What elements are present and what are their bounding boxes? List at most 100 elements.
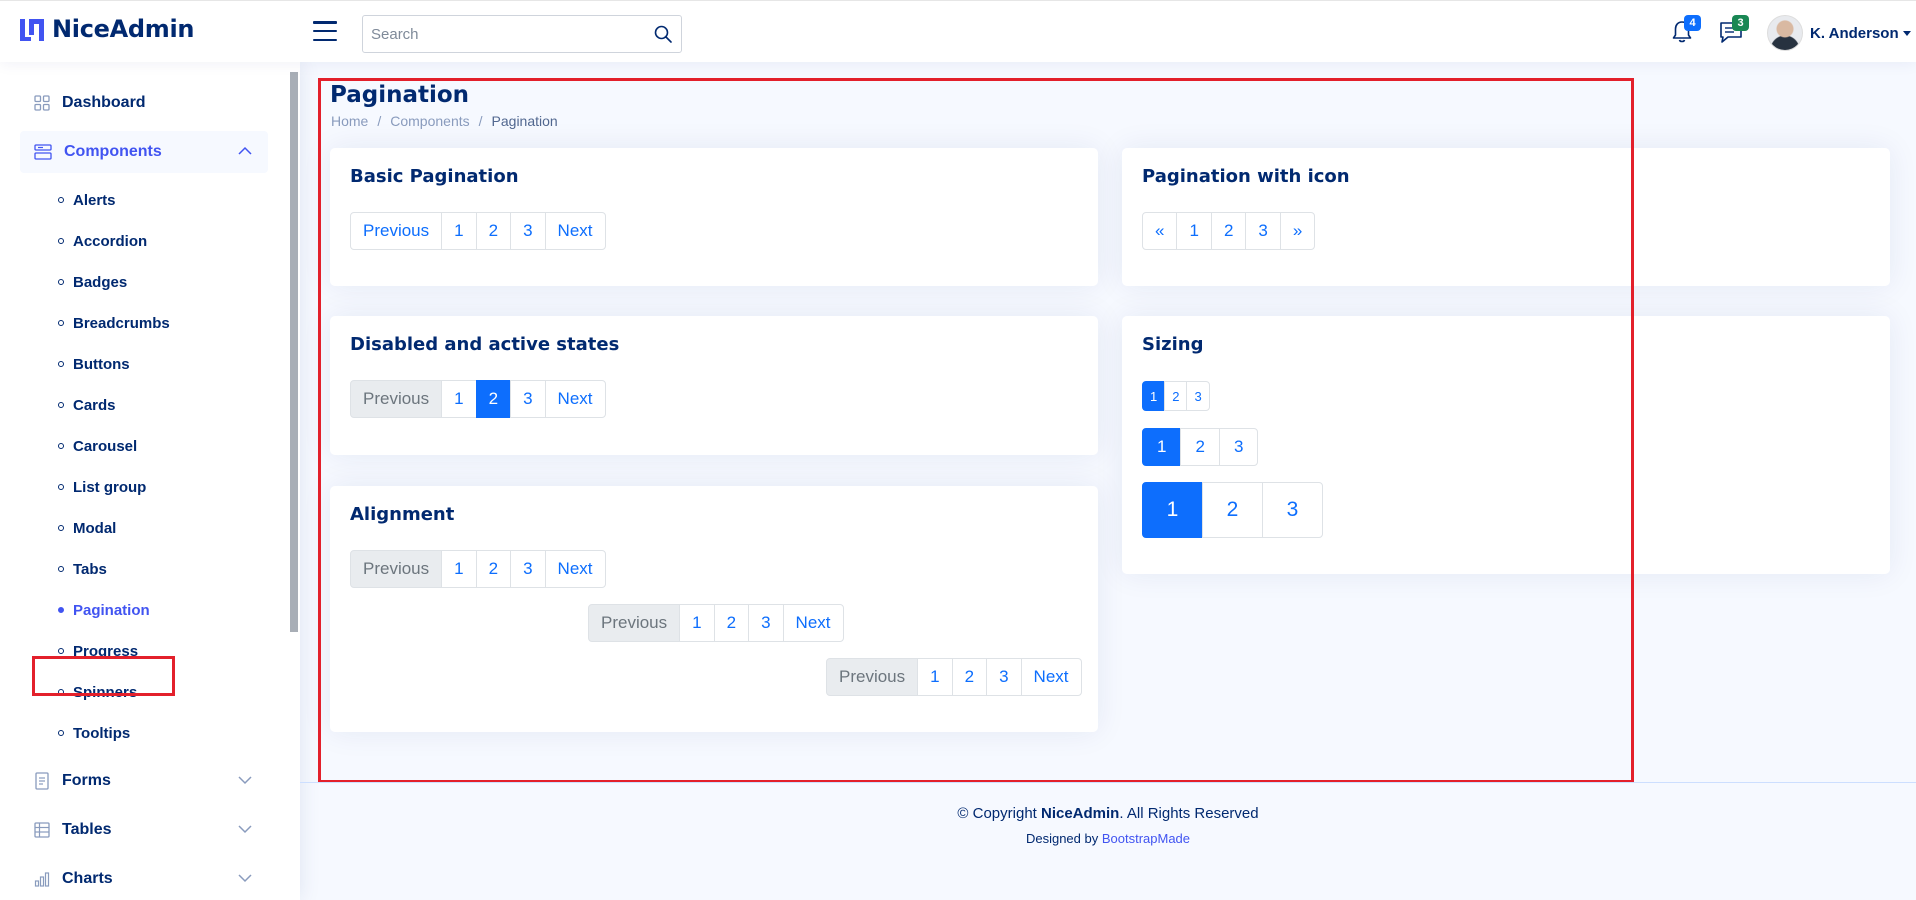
- page-next-link[interactable]: Next: [544, 212, 606, 250]
- card-basic-pagination: Basic Pagination Previous 1 2 3 Next: [330, 148, 1098, 286]
- copyright-prefix: © Copyright: [957, 805, 1037, 822]
- page-1-link[interactable]: 1: [441, 550, 477, 588]
- sidebar-subitem-buttons[interactable]: Buttons: [58, 350, 130, 378]
- page-3-link[interactable]: 3: [510, 550, 546, 588]
- messages-button[interactable]: 3: [1718, 15, 1749, 47]
- hamburger-line: [313, 38, 337, 41]
- page-2-link[interactable]: 2: [475, 212, 512, 250]
- sidebar-subitem-accordion[interactable]: Accordion: [58, 227, 147, 255]
- card-title: Sizing: [1142, 334, 1204, 355]
- page-1-link[interactable]: 1: [1142, 482, 1203, 538]
- sidebar-item-charts[interactable]: Charts: [20, 858, 268, 900]
- circle-icon: [58, 730, 64, 736]
- page-2-link[interactable]: 2: [1210, 212, 1247, 250]
- sidebar: Dashboard Components Alerts Accordion Ba…: [0, 62, 300, 900]
- page-3-link[interactable]: 3: [986, 658, 1022, 696]
- designer-link[interactable]: BootstrapMade: [1102, 831, 1190, 846]
- circle-icon: [58, 607, 64, 613]
- page-next-link[interactable]: Next: [544, 380, 606, 418]
- circle-icon: [58, 484, 64, 490]
- card-alignment: Alignment Previous 1 2 3 Next Previous 1…: [330, 486, 1098, 732]
- page-3-link[interactable]: 3: [510, 212, 546, 250]
- page-3-link[interactable]: 3: [1218, 428, 1259, 466]
- sidebar-subitem-label: Buttons: [73, 355, 130, 373]
- page-2-link[interactable]: 2: [1164, 381, 1188, 411]
- chevron-down-icon: [238, 874, 252, 883]
- messages-count-badge: 3: [1732, 15, 1749, 31]
- page-3-link[interactable]: 3: [510, 380, 546, 418]
- sidebar-item-tables[interactable]: Tables: [20, 809, 268, 851]
- page-3-link[interactable]: 3: [1262, 482, 1323, 538]
- sidebar-item-dashboard[interactable]: Dashboard: [20, 82, 268, 124]
- page-3-link[interactable]: 3: [1245, 212, 1281, 250]
- page-next-link[interactable]: Next: [1020, 658, 1082, 696]
- pagination-large: 1 2 3: [1142, 482, 1323, 538]
- copyright: © Copyright NiceAdmin. All Rights Reserv…: [300, 805, 1916, 822]
- page-3-link[interactable]: 3: [1186, 381, 1210, 411]
- breadcrumb-components-link[interactable]: Components: [390, 113, 469, 129]
- sidebar-item-label: Components: [64, 143, 162, 160]
- sidebar-subitem-label: Breadcrumbs: [73, 314, 170, 332]
- page-next-icon-link[interactable]: »: [1279, 212, 1316, 250]
- sidebar-subitem-label: Modal: [73, 519, 117, 537]
- page-2-link[interactable]: 2: [951, 658, 988, 696]
- circle-icon: [58, 525, 64, 531]
- page-2-link[interactable]: 2: [475, 380, 512, 418]
- main-content: Pagination Home / Components / Paginatio…: [300, 62, 1916, 900]
- sidebar-subitem-list-group[interactable]: List group: [58, 473, 146, 501]
- circle-icon: [58, 197, 64, 203]
- sidebar-subitem-tabs[interactable]: Tabs: [58, 555, 107, 583]
- page-next-link[interactable]: Next: [544, 550, 606, 588]
- page-1-link[interactable]: 1: [441, 212, 477, 250]
- page-previous-link[interactable]: Previous: [350, 212, 443, 250]
- sidebar-subitem-label: Accordion: [73, 232, 148, 250]
- breadcrumb-home-link[interactable]: Home: [331, 113, 368, 129]
- hamburger-line: [313, 21, 337, 24]
- page-1-link[interactable]: 1: [1142, 428, 1182, 466]
- search-input[interactable]: [363, 16, 633, 52]
- page-3-link[interactable]: 3: [748, 604, 784, 642]
- page-1-link[interactable]: 1: [1142, 381, 1166, 411]
- sidebar-toggle-button[interactable]: [313, 21, 337, 41]
- brand-logo[interactable]: NiceAdmin: [18, 15, 195, 43]
- sidebar-subitem-breadcrumbs[interactable]: Breadcrumbs: [58, 309, 170, 337]
- page-next-link[interactable]: Next: [782, 604, 844, 642]
- sidebar-subitem-pagination[interactable]: Pagination: [58, 596, 150, 624]
- sidebar-subitem-alerts[interactable]: Alerts: [58, 186, 116, 214]
- page-2-link[interactable]: 2: [475, 550, 512, 588]
- notifications-button[interactable]: 4: [1670, 15, 1701, 47]
- circle-icon: [58, 361, 64, 367]
- sidebar-subitem-modal[interactable]: Modal: [58, 514, 116, 542]
- card-title: Alignment: [350, 504, 455, 525]
- page-2-link[interactable]: 2: [713, 604, 750, 642]
- pagination-small: 1 2 3: [1142, 381, 1210, 411]
- copyright-brand: NiceAdmin: [1041, 805, 1120, 822]
- sidebar-item-forms[interactable]: Forms: [20, 760, 268, 802]
- pagination-icon: « 1 2 3 »: [1142, 212, 1316, 250]
- page-1-link[interactable]: 1: [679, 604, 715, 642]
- page-1-link[interactable]: 1: [1176, 212, 1212, 250]
- page-2-link[interactable]: 2: [1180, 428, 1220, 466]
- sidebar-subitem-tooltips[interactable]: Tooltips: [58, 719, 130, 747]
- sidebar-scrollbar[interactable]: [290, 72, 298, 632]
- sidebar-subitem-cards[interactable]: Cards: [58, 391, 116, 419]
- sidebar-item-components[interactable]: Components: [20, 131, 268, 173]
- card-title: Pagination with icon: [1142, 166, 1350, 187]
- pagination-align-center: Previous 1 2 3 Next: [588, 604, 844, 642]
- sidebar-subitem-carousel[interactable]: Carousel: [58, 432, 137, 460]
- page-1-link[interactable]: 1: [917, 658, 953, 696]
- page-previous-icon-link[interactable]: «: [1142, 212, 1178, 250]
- caret-down-icon: [1902, 30, 1911, 36]
- profile-dropdown[interactable]: K. Anderson: [1767, 15, 1911, 51]
- page-1-link[interactable]: 1: [441, 380, 477, 418]
- pagination-align-start: Previous 1 2 3 Next: [350, 550, 606, 588]
- designed-by-label: Designed by: [1025, 831, 1099, 846]
- niceadmin-logo-icon: [20, 19, 44, 41]
- chevron-up-icon: [238, 146, 252, 155]
- sidebar-subitem-label: Carousel: [73, 437, 138, 455]
- search-icon[interactable]: [653, 24, 673, 44]
- sidebar-subitem-badges[interactable]: Badges: [58, 268, 127, 296]
- page-2-link[interactable]: 2: [1202, 482, 1263, 538]
- circle-icon: [58, 402, 64, 408]
- sidebar-item-label: Tables: [62, 821, 112, 838]
